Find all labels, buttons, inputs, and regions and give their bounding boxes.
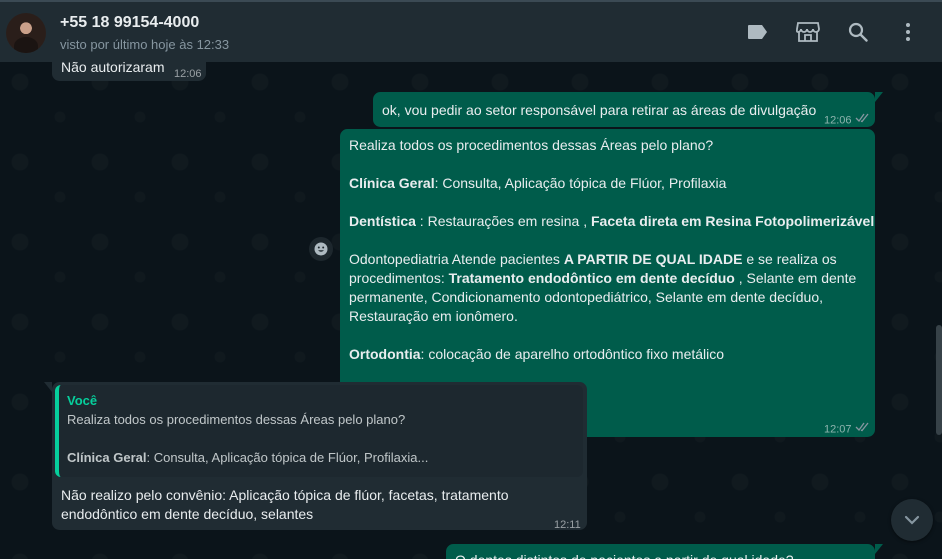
bubble-tail <box>875 92 883 102</box>
message-text: Não realizo pelo convênio: Aplicação tóp… <box>61 487 509 522</box>
read-receipt-icon <box>855 111 870 130</box>
bubble-tail <box>875 544 883 554</box>
message-text: O dentes distintos de pacientes a partir… <box>455 551 794 559</box>
message-time: 12:06 <box>174 68 202 80</box>
contact-avatar[interactable] <box>6 13 46 53</box>
message-text: ok, vou pedir ao setor responsável para … <box>382 102 817 118</box>
bubble-tail <box>44 382 52 392</box>
outgoing-message[interactable]: ok, vou pedir ao setor responsável para … <box>373 92 875 127</box>
message-time: 12:11 <box>554 519 581 531</box>
chat-header[interactable]: +55 18 99154-4000 visto por último hoje … <box>0 2 942 62</box>
read-receipt-icon <box>855 420 870 439</box>
last-seen-status: visto por último hoje às 12:33 <box>60 37 230 52</box>
chevron-down-icon <box>904 515 920 525</box>
scroll-to-bottom-button[interactable] <box>891 499 933 541</box>
chat-area[interactable]: Não autorizaram 12:06 ok, vou pedir ao s… <box>0 62 942 559</box>
search-icon[interactable] <box>846 20 870 44</box>
menu-icon[interactable] <box>896 20 920 44</box>
message-time: 12:07 <box>824 420 870 439</box>
incoming-message[interactable]: Não autorizaram 12:06 <box>52 62 206 81</box>
label-icon[interactable] <box>746 20 770 44</box>
incoming-reply-message[interactable]: Você Realiza todos os procedimentos dess… <box>52 382 587 531</box>
outgoing-message[interactable]: O dentes distintos de pacientes a partir… <box>446 544 875 559</box>
quote-author: Você <box>67 393 98 408</box>
message-text: Realiza todos os procedimentos dessas Ár… <box>349 137 875 362</box>
quote-text: Realiza todos os procedimentos dessas Ár… <box>67 412 406 427</box>
quote-text: Clínica Geral: Consulta, Aplicação tópic… <box>67 450 429 465</box>
message-text: Não autorizaram <box>61 62 165 75</box>
emoji-reaction-icon[interactable] <box>309 237 333 261</box>
quoted-message[interactable]: Você Realiza todos os procedimentos dess… <box>55 385 583 477</box>
storefront-icon[interactable] <box>796 20 820 44</box>
chat-scrollbar[interactable] <box>936 325 942 435</box>
contact-name[interactable]: +55 18 99154-4000 <box>60 14 199 32</box>
message-time: 12:06 <box>824 111 870 130</box>
